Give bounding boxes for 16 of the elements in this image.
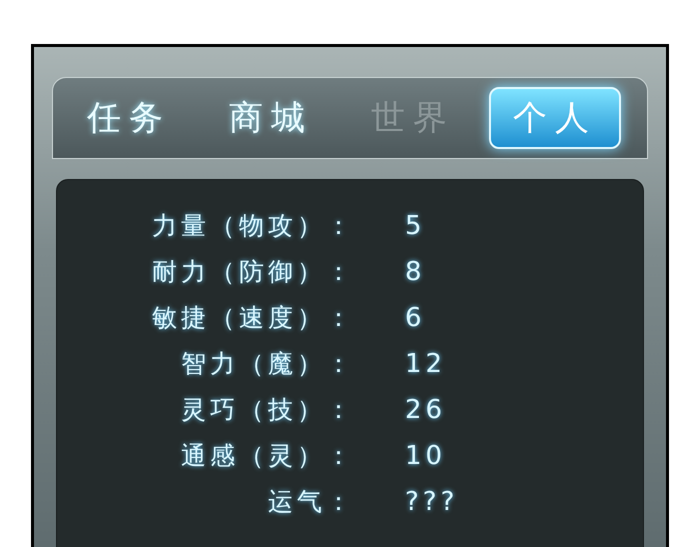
- tab[interactable]: 商城: [205, 87, 337, 149]
- stat-label: 智力（魔）：: [180, 348, 355, 380]
- stat-label: 灵巧（技）：: [180, 394, 355, 426]
- stat-value: 10: [405, 440, 446, 472]
- stat-value: 8: [405, 256, 426, 288]
- stat-value: 12: [405, 348, 446, 380]
- stat-label: 敏捷（速度）：: [151, 302, 355, 334]
- stat-label: 力量（物攻）：: [151, 210, 355, 242]
- stat-value: 6: [405, 302, 426, 334]
- stat-value: 26: [405, 394, 446, 426]
- tab[interactable]: 任务: [63, 87, 195, 149]
- stat-value: ???: [405, 486, 458, 518]
- stat-label: 耐力（防御）：: [151, 256, 355, 288]
- stat-value: 5: [405, 210, 426, 242]
- stat-label: 运气：: [267, 486, 355, 518]
- stat-label: 通感（灵）：: [180, 440, 355, 472]
